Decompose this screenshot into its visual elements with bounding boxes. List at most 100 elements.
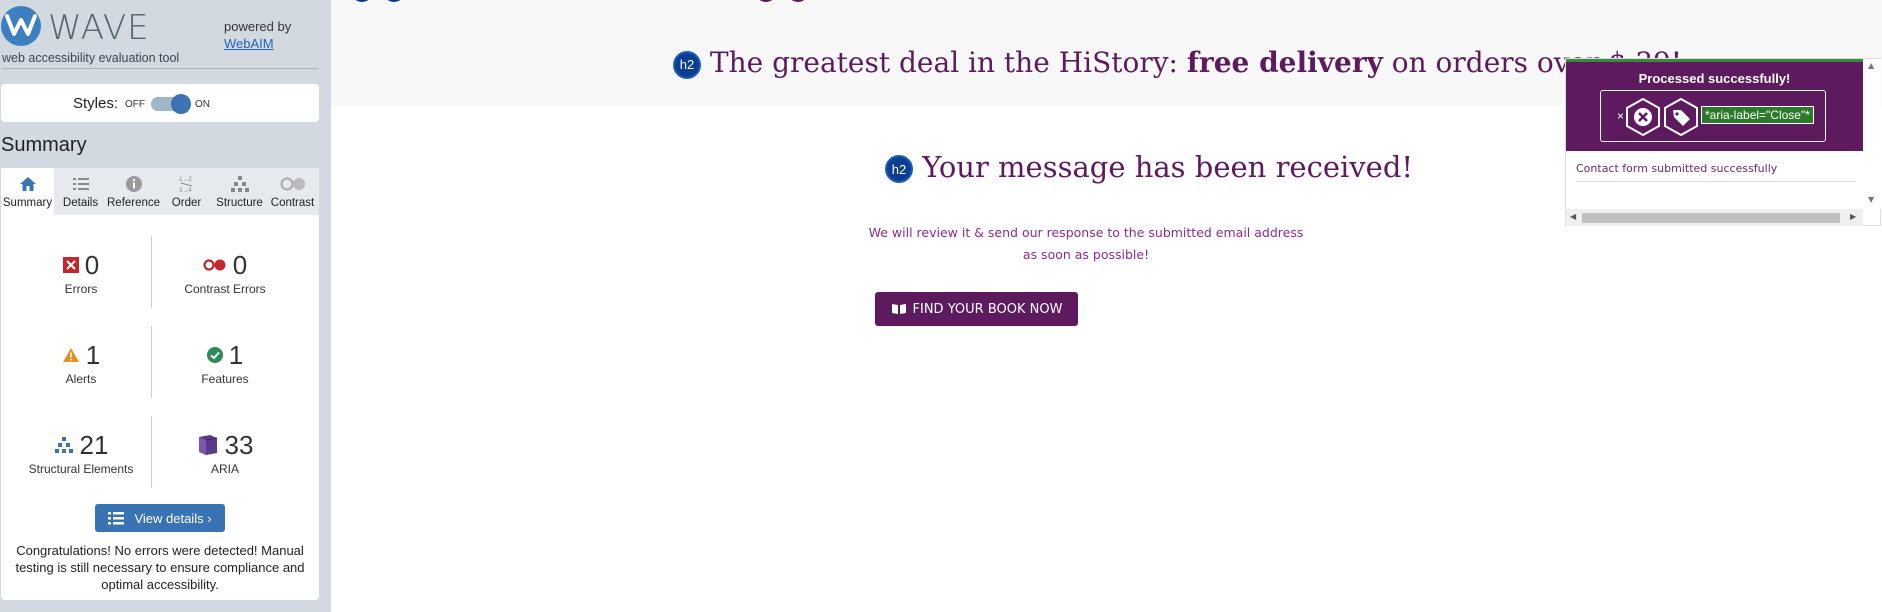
find-book-button[interactable]: FIND YOUR BOOK NOW (875, 292, 1078, 326)
tab-order[interactable]: 1→2 3→4 Order (160, 168, 213, 215)
aria-cube-icon (198, 435, 217, 455)
home-icon (19, 177, 36, 191)
wave-error-hex-icon (1626, 98, 1660, 136)
styles-on-label: ON (195, 99, 210, 110)
wave-logo-icon (1, 6, 41, 46)
powered-by-label: powered by (224, 19, 292, 34)
styles-toggle-box: Styles: OFF ON (1, 84, 319, 122)
contrast-errors-count: 0 (232, 249, 248, 280)
structure-icon (230, 176, 249, 192)
contrast-icon (280, 177, 305, 191)
view-details-label: View details › (134, 510, 212, 526)
svg-text:1→2: 1→2 (179, 177, 192, 183)
social-icon[interactable] (787, 0, 809, 2)
tab-bar: Summary Details Reference 1→2 3→4 Order S… (1, 168, 319, 215)
h2-badge-icon: h2 (673, 50, 701, 79)
contrast-error-icon (203, 259, 226, 271)
wave-title: WAVE (48, 8, 150, 48)
features-count: 1 (228, 339, 244, 370)
wave-marker-icon (383, 0, 405, 2)
summary-heading: Summary (1, 134, 87, 156)
social-icon[interactable] (755, 0, 777, 2)
structural-label: Structural Elements (28, 462, 134, 476)
webaim-link[interactable]: WebAIM (224, 36, 274, 51)
view-details-button[interactable]: View details › (95, 504, 225, 532)
errors-label: Errors (64, 282, 98, 296)
error-icon (62, 257, 79, 273)
confirmation-heading: h2 Your message has been received! (885, 150, 1413, 184)
aria-label-chip: *aria-label="Close"* (1701, 106, 1814, 124)
features-label: Features (201, 372, 249, 386)
tab-summary[interactable]: Summary (1, 168, 54, 215)
aria-label: ARIA (210, 462, 239, 476)
order-icon: 1→2 3→4 (179, 177, 192, 194)
stat-errors[interactable]: 0 Errors (11, 250, 151, 296)
info-icon (125, 176, 142, 192)
tab-label: Details (62, 197, 99, 209)
h2-badge-icon: h2 (885, 155, 913, 183)
tab-label: Reference (107, 197, 161, 209)
scroll-left-icon[interactable]: ◀ (1570, 212, 1576, 221)
find-book-label: FIND YOUR BOOK NOW (912, 301, 1063, 317)
wave-sidebar: WAVE web accessibility evaluation tool p… (0, 0, 331, 612)
styles-label: Styles: (73, 95, 119, 112)
tab-label: Structure (216, 197, 263, 209)
tag-hex-icon (1664, 98, 1698, 136)
scroll-down-icon[interactable]: ▼ (1868, 195, 1874, 204)
header-icons (351, 0, 809, 2)
stat-aria[interactable]: 33 ARIA (155, 430, 295, 476)
horizontal-scrollbar[interactable]: ◀ ▶ (1566, 209, 1863, 226)
toast-header: Processed successfully! × *aria-label="C… (1566, 59, 1863, 151)
divider (151, 236, 152, 308)
tab-label: Order (171, 197, 202, 209)
list-icon (108, 511, 125, 524)
tab-details[interactable]: Details (54, 168, 107, 215)
congrats-message: Congratulations! No errors were detected… (15, 543, 305, 592)
tab-reference[interactable]: Reference (107, 168, 160, 215)
vertical-scrollbar[interactable]: ▲ ▼ (1863, 59, 1881, 209)
aria-count: 33 (224, 429, 254, 460)
tab-label: Contrast (270, 197, 315, 209)
alert-icon (62, 348, 79, 362)
review-message: We will review it & send our response to… (868, 225, 1304, 262)
confirmation-text: Your message has been received! (922, 150, 1414, 184)
stat-contrast-errors[interactable]: 0 Contrast Errors (155, 249, 295, 297)
scroll-thumb[interactable] (1582, 213, 1840, 223)
tab-contrast[interactable]: Contrast (266, 168, 319, 215)
alerts-count: 1 (85, 339, 101, 370)
promo-heading: h2 The greatest deal in the HiStory: fre… (673, 46, 1682, 79)
stat-features[interactable]: 1 Features (155, 339, 295, 387)
toast-title: Processed successfully! (1638, 71, 1791, 86)
scroll-up-icon[interactable]: ▲ (1868, 61, 1874, 70)
stat-alerts[interactable]: 1 Alerts (11, 340, 151, 386)
alerts-label: Alerts (65, 372, 97, 386)
toast-notification: Processed successfully! × *aria-label="C… (1565, 58, 1881, 226)
book-icon (891, 304, 906, 314)
feature-check-icon (206, 347, 223, 363)
toast-close-area[interactable]: × *aria-label="Close"* (1600, 90, 1826, 142)
summary-panel: Summary Details Reference 1→2 3→4 Order S… (1, 168, 319, 600)
wave-marker-icon (351, 0, 373, 2)
close-icon[interactable]: × (1617, 109, 1624, 123)
stat-structural-elements[interactable]: 21 Structural Elements (11, 429, 151, 477)
tab-label: Summary (2, 197, 53, 209)
structure-icon (54, 437, 73, 453)
styles-off-label: OFF (125, 99, 145, 110)
web-page: h2 The greatest deal in the HiStory: fre… (331, 0, 1882, 612)
contrast-errors-label: Contrast Errors (184, 282, 266, 296)
divider (151, 326, 152, 398)
scroll-right-icon[interactable]: ▶ (1850, 212, 1856, 221)
toast-message: Contact form submitted successfully (1576, 162, 1856, 182)
divider (151, 416, 152, 488)
promo-prefix: The greatest deal in the HiStory: (709, 46, 1187, 79)
promo-bold: free delivery (1186, 46, 1383, 79)
wave-subtitle: web accessibility evaluation tool (2, 51, 180, 65)
tab-structure[interactable]: Structure (213, 168, 266, 215)
svg-text:3→4: 3→4 (179, 188, 192, 194)
divider (2, 68, 318, 69)
list-icon (72, 178, 89, 190)
wave-header: WAVE web accessibility evaluation tool p… (0, 0, 331, 70)
structural-count: 21 (79, 429, 109, 460)
errors-count: 0 (84, 249, 100, 280)
styles-toggle-knob[interactable] (171, 94, 191, 114)
